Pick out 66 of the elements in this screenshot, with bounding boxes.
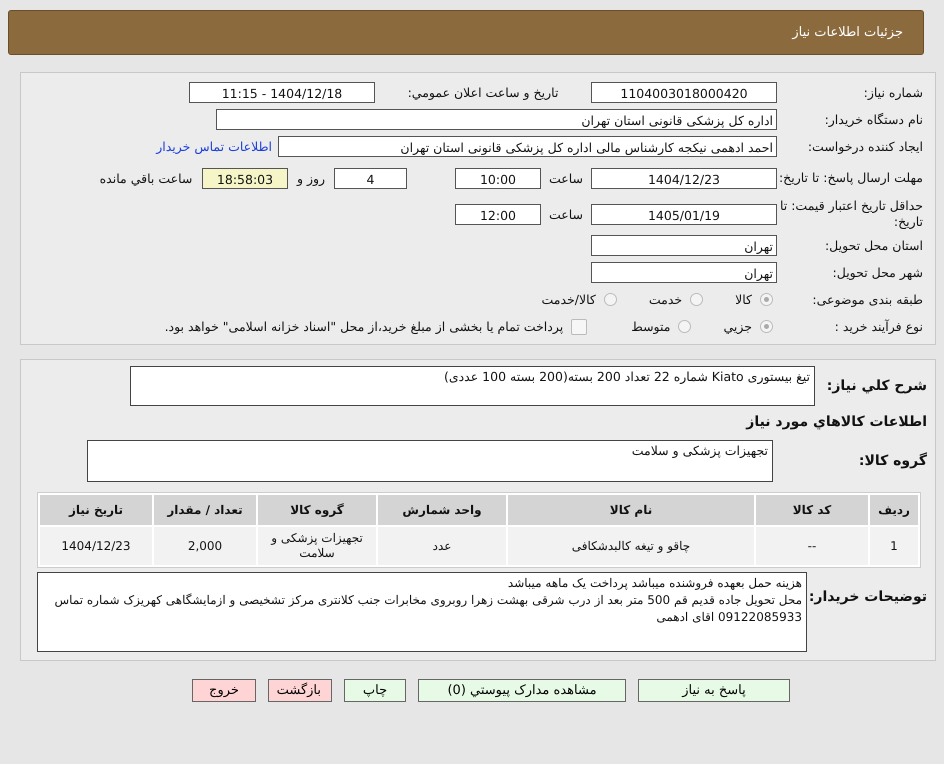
radio-button[interactable] — [760, 320, 773, 333]
remaining-label: ساعت باقي مانده — [98, 170, 194, 186]
column-header: رديف — [870, 495, 918, 525]
announce-date-field: 1404/12/18 - 11:15 — [189, 82, 375, 103]
table-cell: -- — [756, 527, 868, 565]
deadline-date-field: 1404/12/23 — [591, 168, 777, 188]
field-label: شماره نیاز: — [862, 85, 924, 100]
buyer-org-field: اداره کل پزشکی قانونی استان تهران — [216, 109, 777, 130]
remaining-time-field: 18:58:03 — [202, 168, 288, 188]
table-cell: چاقو و تیغه کالبدشکافی — [508, 527, 754, 565]
field-label: حداقل تاریخ اعتبار قیمت: تا تاریخ: — [778, 198, 924, 230]
buyer-notes-field: هزینه حمل بعهده فروشنده میباشد پرداخت یک ماهه میباشد محل تحویل جاده قدیم قم 500 متر بعد از درب شرقی بهشت زهرا روبروی مخابرات جنب کلانتری مرکز تشخیصی و ازمایشگاهی کهریزک شماره تماس 09122085933 اقای ادهمی — [37, 572, 807, 652]
radio-button[interactable] — [678, 320, 692, 333]
table-cell: تجهیزات پزشکی و سلامت — [258, 527, 376, 565]
action-button[interactable]: پاسخ به نياز — [638, 679, 790, 702]
radio-button[interactable] — [760, 293, 773, 306]
table-cell: 1404/12/23 — [40, 527, 152, 565]
field-label: نام دستگاه خریدار: — [824, 112, 924, 127]
field-label: توضیحات خریدار: — [808, 588, 928, 606]
column-header: نام کالا — [508, 495, 754, 525]
field-label: ایجاد کننده درخواست: — [806, 139, 924, 154]
buyer-contact-link[interactable]: اطلاعات تماس خریدار — [156, 139, 272, 154]
column-header: واحد شمارش — [378, 495, 506, 525]
days-field: 4 — [334, 168, 407, 188]
column-header: گروه کالا — [258, 495, 376, 525]
goods-group-field: تجهیزات پزشکی و سلامت — [87, 440, 773, 482]
radio-label: کالا/خدمت — [541, 292, 596, 307]
page-title: جزئیات اطلاعات نیاز — [792, 25, 903, 40]
checkbox-label: پرداخت تمام یا بخشی از مبلغ خرید،از محل "اسناد خزانه اسلامی" خواهد بود. — [164, 319, 564, 334]
radio-button[interactable] — [690, 293, 704, 306]
radio-label: خدمت — [648, 292, 682, 307]
radio-label: کالا — [735, 292, 752, 307]
description-field: تیغ بیستوری Kiato شماره 22 تعداد 200 بسته(200 بسته 100 عددی) — [130, 366, 815, 406]
province-field: تهران — [591, 235, 777, 256]
time-label: ساعت — [548, 206, 584, 222]
column-header: تاریخ نیاز — [40, 495, 152, 525]
column-header: کد کالا — [756, 495, 868, 525]
section-title: اطلاعات کالاهاي مورد نياز — [744, 414, 927, 430]
radio-label: متوسط — [631, 319, 670, 334]
field-label: نوع فرآیند خرید : — [834, 319, 924, 334]
validity-date-field: 1405/01/19 — [591, 204, 777, 224]
field-label: مهلت ارسال پاسخ: تا تاریخ: — [778, 170, 924, 186]
checkbox[interactable] — [571, 318, 588, 334]
action-button[interactable]: بازگشت — [268, 679, 332, 702]
action-button[interactable]: چاپ — [344, 679, 406, 702]
field-label: شرح کلي نياز: — [826, 378, 928, 394]
field-label: استان محل تحویل: — [824, 238, 924, 253]
action-button[interactable]: خروج — [192, 679, 256, 702]
field-label: تاریخ و ساعت اعلان عمومي: — [406, 85, 560, 100]
days-label: روز و — [296, 170, 326, 186]
time-label: ساعت — [548, 170, 584, 186]
table-cell: عدد — [378, 527, 506, 565]
column-header: تعداد / مقدار — [154, 495, 256, 525]
city-field: تهران — [591, 262, 777, 283]
deadline-time-field: 10:00 — [455, 168, 541, 188]
field-label: طبقه بندی موضوعی: — [811, 292, 924, 307]
action-button[interactable]: مشاهده مدارک پیوستي (0) — [418, 679, 626, 702]
radio-button[interactable] — [604, 293, 617, 306]
table-cell: 2,000 — [154, 527, 256, 565]
need-number-field: 1104003018000420 — [591, 82, 777, 103]
field-label: گروه کالا: — [858, 453, 928, 469]
requester-field: احمد ادهمی نیکجه کارشناس مالی اداره کل پزشکی قانونی استان تهران — [278, 136, 777, 157]
field-label: شهر محل تحویل: — [832, 265, 924, 280]
table-cell: 1 — [870, 527, 918, 565]
validity-time-field: 12:00 — [455, 204, 541, 224]
radio-label: جزيي — [723, 319, 752, 334]
